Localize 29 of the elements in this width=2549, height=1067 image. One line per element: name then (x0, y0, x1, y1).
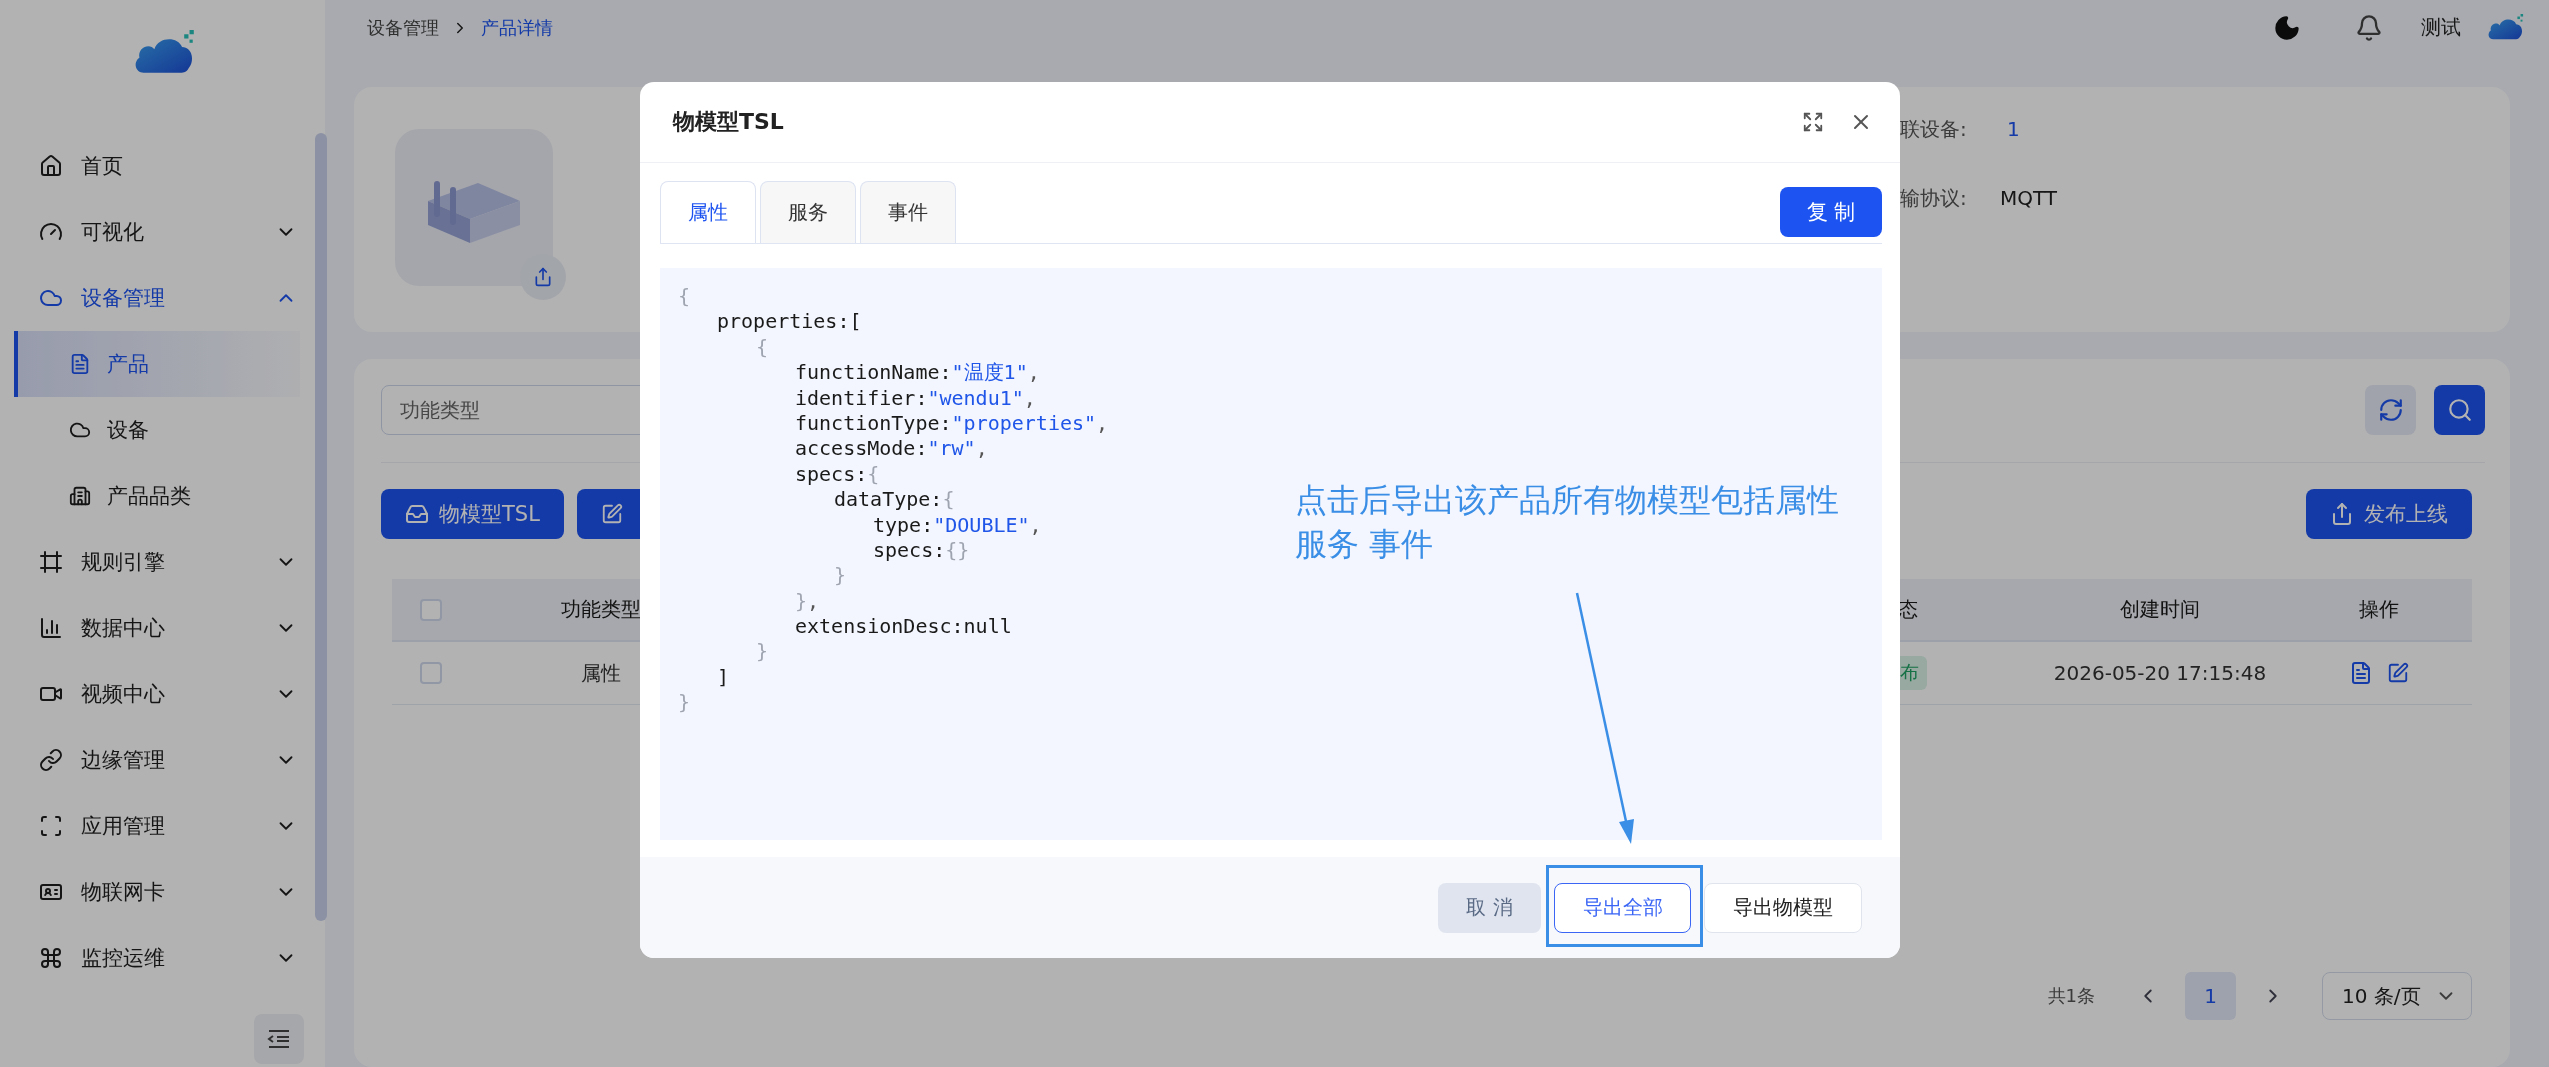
code-line: { (756, 334, 769, 361)
code-line: } (756, 639, 769, 665)
code-line: specs:{ (795, 461, 880, 488)
code-line: functionName:"温度1", (795, 360, 1040, 386)
code-line: accessMode:"rw", (795, 436, 988, 462)
code-line: functionType:"properties", (795, 410, 1109, 437)
code-line: identifier:"wendu1", (795, 385, 1036, 411)
status-tag: 布 (1898, 656, 1927, 690)
field-value: MQTT (2000, 186, 2058, 210)
field-label: 联设备: (1900, 116, 1968, 143)
code-line: }, (795, 588, 820, 615)
code-line: extensionDesc:null (795, 614, 1012, 640)
code-line: ] (717, 664, 730, 691)
field-label: 输协议: (1900, 185, 1968, 212)
column-header: 创建时间 (2120, 596, 2200, 623)
total-count: 共1条 (2047, 984, 2095, 1008)
annotation-text: 点击后导出该产品所有物模型包括属性 服务 事件 (1295, 480, 1839, 565)
code-line: properties:[ (717, 309, 862, 335)
column-header: 操作 (2358, 596, 2399, 623)
column-header: 功能类型 (561, 596, 641, 623)
code-line: specs:{} (873, 537, 970, 564)
code-line: { (678, 284, 691, 310)
table-cell: 2026-05-20 17:15:48 (2053, 661, 2267, 685)
code-line: } (834, 563, 847, 589)
code-line: dataType:{ (834, 487, 955, 513)
code-line: } (678, 690, 691, 716)
dialog-title: 物模型TSL (673, 108, 785, 136)
table-cell: 属性 (581, 659, 621, 687)
code-line: type:"DOUBLE", (873, 512, 1042, 538)
